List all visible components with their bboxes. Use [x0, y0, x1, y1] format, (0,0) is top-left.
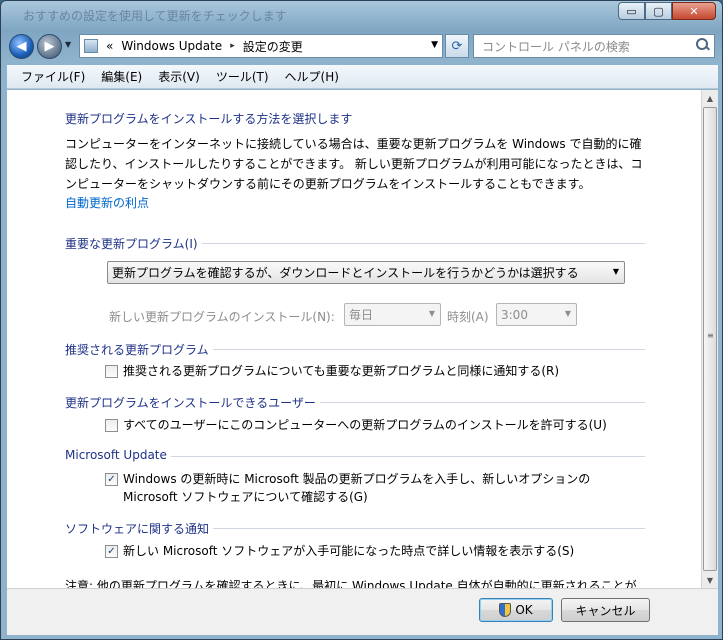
- page-title: 更新プログラムをインストールする方法を選択します: [65, 112, 353, 126]
- navigation-bar: ◀ ▶ ▼ « Windows Update ▸ 設定の変更 ▼ ⟳ コントロー…: [7, 31, 717, 63]
- important-updates-select[interactable]: 更新プログラムを確認するが、ダウンロードとインストールを行うかどうかは選択する …: [107, 261, 625, 284]
- refresh-button[interactable]: ⟳: [445, 34, 469, 58]
- allow-all-users-checkbox-label[interactable]: すべてのユーザーにこのコンピューターへの更新プログラムのインストールを許可する(…: [123, 416, 607, 434]
- chevron-down-icon: ▼: [564, 309, 571, 318]
- close-button[interactable]: ✕: [672, 2, 716, 20]
- scroll-up-button[interactable]: ▲: [702, 90, 718, 106]
- control-panel-icon: [84, 39, 98, 53]
- chevron-down-icon: ▼: [612, 267, 619, 276]
- software-notification-label: ソフトウェアに関する通知: [65, 520, 214, 537]
- forward-button[interactable]: ▶: [37, 34, 62, 59]
- recommended-updates-group: 推奨される更新プログラム: [65, 341, 645, 358]
- menu-edit[interactable]: 編集(E): [93, 68, 150, 85]
- back-button[interactable]: ◀: [9, 34, 34, 59]
- refresh-icon: ⟳: [451, 38, 463, 54]
- allowed-users-group: 更新プログラムをインストールできるユーザー: [65, 394, 645, 411]
- allowed-users-label: 更新プログラムをインストールできるユーザー: [65, 394, 320, 411]
- recommended-updates-checkbox[interactable]: [105, 365, 118, 378]
- breadcrumb-overflow[interactable]: «: [106, 39, 113, 53]
- scrollbar-thumb[interactable]: ≡: [703, 107, 717, 571]
- install-day-select[interactable]: 毎日 ▼: [344, 303, 441, 326]
- search-placeholder: コントロール パネルの検索: [482, 39, 630, 54]
- software-notification-checkbox-label[interactable]: 新しい Microsoft ソフトウェアが入手可能になった時点で詳しい情報を表示…: [123, 542, 574, 560]
- install-schedule-label: 新しい更新プログラムのインストール(N):: [109, 310, 335, 324]
- software-notification-checkbox[interactable]: ✓: [105, 545, 118, 558]
- microsoft-update-checkbox[interactable]: ✓: [105, 473, 118, 486]
- arrow-left-icon: ◀: [16, 39, 27, 54]
- recent-pages-dropdown[interactable]: ▼: [65, 40, 71, 49]
- important-updates-group: 重要な更新プログラム(I): [65, 235, 645, 252]
- install-day-value: 毎日: [349, 308, 374, 322]
- install-time-label: 時刻(A): [447, 310, 489, 324]
- maximize-button[interactable]: ▢: [645, 2, 672, 20]
- microsoft-update-checkbox-label[interactable]: Windows の更新時に Microsoft 製品の更新プログラムを入手し、新…: [123, 470, 645, 506]
- recommended-updates-checkbox-row[interactable]: 推奨される更新プログラムについても重要な更新プログラムと同様に通知する(R): [105, 362, 559, 380]
- important-updates-label: 重要な更新プログラム(I): [65, 235, 202, 252]
- chevron-down-icon[interactable]: ▼: [431, 40, 438, 50]
- description-text: コンピューターをインターネットに接続している場合は、重要な更新プログラムを Wi…: [65, 137, 643, 191]
- control-panel-window: おすすめの設定を使用して更新をチェックします ▭ ▢ ✕ ◀ ▶ ▼ « Win…: [0, 0, 723, 640]
- cancel-button[interactable]: キャンセル: [561, 598, 650, 622]
- dialog-footer: OK キャンセル: [7, 588, 718, 635]
- note-text: 注意: 他の更新プログラムを確認するときに、最初に Windows Update…: [65, 579, 637, 588]
- software-notification-checkbox-row[interactable]: ✓ 新しい Microsoft ソフトウェアが入手可能になった時点で詳しい情報を…: [105, 542, 574, 560]
- menu-file[interactable]: ファイル(F): [13, 68, 93, 85]
- recommended-updates-checkbox-label[interactable]: 推奨される更新プログラムについても重要な更新プログラムと同様に通知する(R): [123, 362, 559, 380]
- menu-view[interactable]: 表示(V): [150, 68, 208, 85]
- microsoft-update-label: Microsoft Update: [65, 448, 171, 462]
- uac-shield-icon: [499, 603, 512, 617]
- allow-all-users-checkbox[interactable]: [105, 419, 118, 432]
- scroll-down-button[interactable]: ▼: [702, 572, 718, 588]
- breadcrumb-change-settings[interactable]: 設定の変更: [243, 38, 303, 55]
- cancel-button-label: キャンセル: [575, 603, 636, 618]
- menu-tools[interactable]: ツール(T): [208, 68, 277, 85]
- search-input[interactable]: コントロール パネルの検索: [473, 34, 715, 58]
- settings-content: 更新プログラムをインストールする方法を選択します コンピューターをインターネット…: [7, 90, 701, 588]
- menu-bar: ファイル(F) 編集(E) 表示(V) ツール(T) ヘルプ(H): [7, 65, 718, 89]
- allow-all-users-checkbox-row[interactable]: すべてのユーザーにこのコンピューターへの更新プログラムのインストールを許可する(…: [105, 416, 607, 434]
- chevron-down-icon: ▼: [428, 309, 435, 318]
- ok-button[interactable]: OK: [479, 598, 553, 622]
- grip-icon: ≡: [707, 331, 714, 340]
- address-bar[interactable]: « Windows Update ▸ 設定の変更 ▼: [79, 34, 443, 58]
- window-title: おすすめの設定を使用して更新をチェックします: [23, 9, 287, 23]
- arrow-right-icon: ▶: [44, 39, 55, 54]
- install-time-select[interactable]: 3:00 ▼: [496, 303, 577, 326]
- software-notification-group: ソフトウェアに関する通知: [65, 520, 645, 537]
- vertical-scrollbar[interactable]: ▲ ≡ ▼: [701, 90, 718, 588]
- recommended-updates-label: 推奨される更新プログラム: [65, 341, 213, 358]
- breadcrumb-windows-update[interactable]: Windows Update: [121, 39, 222, 53]
- title-bar[interactable]: おすすめの設定を使用して更新をチェックします ▭ ▢ ✕: [1, 1, 722, 29]
- benefits-link[interactable]: 自動更新の利点: [65, 194, 149, 211]
- menu-help[interactable]: ヘルプ(H): [277, 68, 347, 85]
- breadcrumb-separator[interactable]: ▸: [230, 41, 235, 51]
- microsoft-update-group: Microsoft Update: [65, 448, 645, 462]
- important-updates-value: 更新プログラムを確認するが、ダウンロードとインストールを行うかどうかは選択する: [112, 266, 579, 280]
- search-icon[interactable]: [696, 38, 710, 52]
- install-time-value: 3:00: [501, 307, 528, 322]
- minimize-button[interactable]: ▭: [618, 2, 645, 20]
- ok-button-label: OK: [515, 603, 533, 617]
- caption-buttons: ▭ ▢ ✕: [618, 2, 716, 20]
- microsoft-update-checkbox-row[interactable]: ✓ Windows の更新時に Microsoft 製品の更新プログラムを入手し…: [105, 470, 645, 506]
